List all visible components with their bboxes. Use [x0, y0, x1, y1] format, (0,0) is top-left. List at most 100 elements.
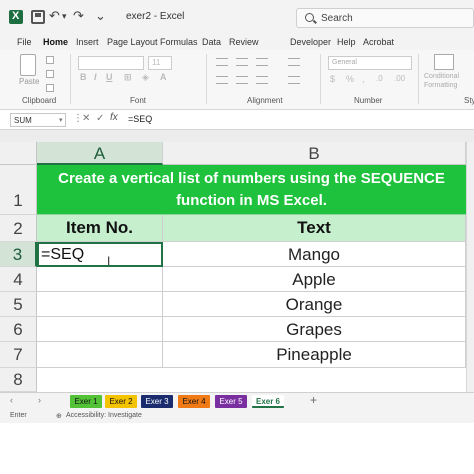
undo-dropdown-icon[interactable]: ▾ [62, 8, 67, 24]
cell-a7[interactable] [37, 342, 163, 368]
cell-b5[interactable]: Orange [163, 292, 466, 317]
tab-page-layout[interactable]: Page Layout [107, 37, 158, 47]
align-right-icon[interactable] [256, 76, 268, 84]
currency-icon[interactable]: $ [330, 74, 335, 84]
column-header-b[interactable]: B [163, 142, 466, 165]
sheet-tab-exer-1[interactable]: Exer 1 [70, 395, 102, 408]
save-icon[interactable] [31, 10, 45, 24]
sheet-tab-exer-6[interactable]: Exer 6 [252, 395, 284, 408]
row-header-2[interactable]: 2 [0, 215, 37, 242]
bold-icon[interactable]: B [80, 72, 87, 82]
row-header-1[interactable]: 1 [0, 165, 37, 215]
row-header-4[interactable]: 4 [0, 267, 37, 292]
row-header-8[interactable]: 8 [0, 368, 37, 392]
ribbon-separator [206, 54, 207, 104]
number-group-label: Number [354, 96, 383, 105]
percent-icon[interactable]: % [346, 74, 354, 84]
vertical-scrollbar[interactable] [466, 142, 474, 392]
name-box[interactable]: SUM [10, 113, 66, 127]
column-header-a[interactable]: A [37, 142, 163, 165]
ribbon-separator [418, 54, 419, 104]
active-cell-a3[interactable]: =SEQ [37, 242, 163, 267]
cell-b4[interactable]: Apple [163, 267, 466, 292]
row-header-3[interactable]: 3 [0, 242, 37, 267]
ribbon-separator [320, 54, 321, 104]
redo-icon[interactable]: ↷ [73, 8, 84, 24]
accessibility-icon: ⊕ [56, 413, 62, 420]
fill-color-icon[interactable]: ◈ [142, 72, 149, 83]
comma-style-icon[interactable]: , [362, 74, 365, 84]
italic-icon[interactable]: I [94, 72, 97, 82]
bottom-align-icon[interactable] [256, 58, 268, 66]
customize-toolbar-icon[interactable]: ⌄ [95, 8, 106, 24]
font-name-dropdown[interactable] [78, 56, 144, 70]
header-cell-text[interactable]: Text [163, 215, 466, 242]
tab-file[interactable]: File [17, 37, 32, 47]
align-left-icon[interactable] [216, 76, 228, 84]
cell-a6[interactable] [37, 317, 163, 342]
tab-insert[interactable]: Insert [76, 37, 99, 47]
font-size-dropdown[interactable]: 11 [148, 56, 172, 70]
cancel-icon[interactable]: ✕ [82, 113, 90, 124]
conditional-formatting-label[interactable]: Conditional Formatting [424, 72, 468, 90]
row-header-5[interactable]: 5 [0, 292, 37, 317]
name-box-dropdown-icon[interactable]: ▾ [59, 116, 63, 124]
align-center-icon[interactable] [236, 76, 248, 84]
enter-icon[interactable]: ✓ [96, 113, 104, 124]
excel-logo-icon [9, 10, 23, 24]
middle-align-icon[interactable] [236, 58, 248, 66]
clipboard-group-label: Clipboard [22, 96, 57, 105]
number-format-dropdown[interactable]: General [328, 56, 412, 70]
cell-b3[interactable]: Mango [163, 242, 466, 267]
tab-formulas[interactable]: Formulas [160, 37, 198, 47]
underline-icon[interactable]: U [106, 72, 113, 82]
title-cell[interactable]: Create a vertical list of numbers using … [37, 165, 466, 215]
cell-a4[interactable] [37, 267, 163, 292]
tab-review[interactable]: Review [229, 37, 259, 47]
paste-icon[interactable] [20, 54, 36, 76]
cut-icon[interactable] [46, 56, 54, 64]
add-sheet-icon[interactable]: + [310, 393, 317, 407]
merge-center-icon[interactable] [288, 76, 300, 84]
tab-home[interactable]: Home [43, 37, 69, 52]
insert-function-icon[interactable]: fx [110, 112, 118, 123]
conditional-formatting-icon[interactable] [434, 54, 454, 70]
top-align-icon[interactable] [216, 58, 228, 66]
sheet-tab-exer-3[interactable]: Exer 3 [141, 395, 173, 408]
ribbon-tabs: File Home Insert Page Layout Formulas Da… [0, 34, 474, 52]
format-painter-icon[interactable] [46, 84, 54, 92]
search-box[interactable]: Search [296, 8, 474, 28]
copy-icon[interactable] [46, 70, 54, 78]
row-header-6[interactable]: 6 [0, 317, 37, 342]
next-sheet-icon[interactable]: › [38, 395, 41, 405]
sheet-tab-exer-5[interactable]: Exer 5 [215, 395, 247, 408]
wrap-text-icon[interactable] [288, 58, 300, 66]
undo-icon[interactable]: ↶ [49, 8, 60, 24]
accessibility-status[interactable]: Accessibility: Investigate [66, 412, 142, 419]
search-placeholder: Search [321, 13, 353, 24]
tab-data[interactable]: Data [202, 37, 221, 47]
cell-b6[interactable]: Grapes [163, 317, 466, 342]
select-all-corner[interactable] [0, 142, 37, 165]
sheet-gap [0, 130, 474, 142]
tab-acrobat[interactable]: Acrobat [363, 37, 394, 47]
header-cell-item-no[interactable]: Item No. [37, 215, 163, 242]
increase-decimal-icon[interactable]: .0 [376, 74, 383, 83]
tab-developer[interactable]: Developer [290, 37, 331, 47]
row-header-7[interactable]: 7 [0, 342, 37, 368]
title-bar: ↶ ▾ ↷ ⌄ exer2 - Excel Search [0, 0, 474, 34]
tab-help[interactable]: Help [337, 37, 356, 47]
sheet-tab-exer-4[interactable]: Exer 4 [178, 395, 210, 408]
sheet-tab-exer-2[interactable]: Exer 2 [105, 395, 137, 408]
prev-sheet-icon[interactable]: ‹ [10, 395, 13, 405]
empty-row-area[interactable] [37, 368, 474, 392]
search-icon [305, 13, 314, 22]
decrease-decimal-icon[interactable]: .00 [394, 74, 405, 83]
cell-b7[interactable]: Pineapple [163, 342, 466, 368]
formula-input[interactable]: =SEQ [128, 114, 152, 124]
font-color-icon[interactable]: A [160, 72, 167, 82]
borders-icon[interactable]: ⊞ [124, 72, 132, 83]
status-mode: Enter [10, 412, 27, 419]
sheet-tabs-bar: ‹ › Exer 1 Exer 2 Exer 3 Exer 4 Exer 5 E… [0, 392, 474, 409]
cell-a5[interactable] [37, 292, 163, 317]
